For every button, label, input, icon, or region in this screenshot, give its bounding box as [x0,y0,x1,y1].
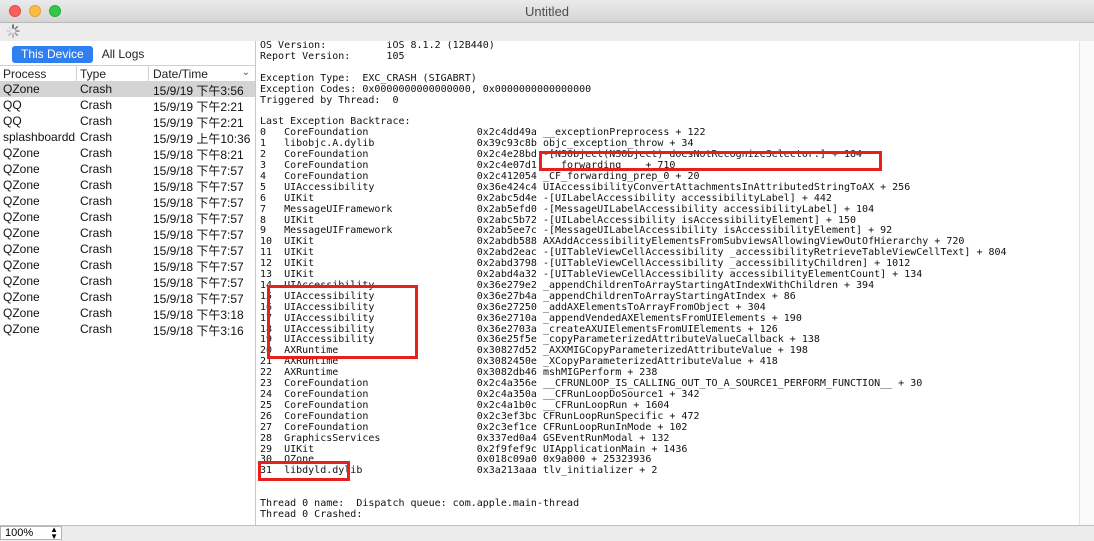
table-row[interactable]: splashboardd Crash 15/9/19 上午10:36 [0,129,255,146]
cell-type: Crash [80,322,113,336]
column-divider [148,65,149,81]
cell-process: splashboardd [3,130,76,144]
cell-process: QZone [3,322,40,336]
cell-type: Crash [80,226,113,240]
column-divider [76,65,77,81]
zoom-value: 100% [5,527,34,539]
table-row[interactable]: QZone Crash 15/9/18 下午7:57 [0,257,255,274]
table-row[interactable]: QQ Crash 15/9/19 下午2:21 [0,97,255,114]
column-header-type[interactable]: Type [80,67,106,81]
table-row[interactable]: QQ Crash 15/9/19 下午2:21 [0,113,255,130]
table-row[interactable]: QZone Crash 15/9/18 下午7:57 [0,273,255,290]
cell-type: Crash [80,242,113,256]
table-row[interactable]: QZone Crash 15/9/19 下午3:56 [0,81,255,98]
cell-process: QZone [3,162,40,176]
tab-all-logs[interactable]: All Logs [93,46,154,63]
table-row[interactable]: QZone Crash 15/9/18 下午8:21 [0,145,255,162]
cell-process: QZone [3,306,40,320]
loading-spinner-icon [6,24,20,38]
crash-log-list: QZone Crash 15/9/19 下午3:56 QQ Crash 15/9/19 下… [0,81,255,338]
window-title: Untitled [524,4,570,19]
cell-process: QZone [3,82,40,96]
highlight-box-selector-error [539,151,882,171]
cell-process: QQ [3,98,22,112]
stepper-arrows-icon: ▲ ▼ [50,525,58,541]
table-row[interactable]: QZone Crash 15/9/18 下午7:57 [0,289,255,306]
table-row[interactable]: QZone Crash 15/9/18 下午3:16 [0,321,255,338]
cell-process: QZone [3,146,40,160]
toolbar [0,23,1094,41]
table-row[interactable]: QZone Crash 15/9/18 下午3:18 [0,305,255,322]
cell-type: Crash [80,114,113,128]
sidebar: This Device All Logs Process Type Date/T… [0,41,256,525]
table-row[interactable]: QZone Crash 15/9/18 下午7:57 [0,193,255,210]
table-row[interactable]: QZone Crash 15/9/18 下午7:57 [0,225,255,242]
sort-chevron-down-icon[interactable]: ⌄ [242,67,250,78]
cell-type: Crash [80,258,113,272]
column-header-date[interactable]: Date/Time [153,67,208,81]
cell-type: Crash [80,162,113,176]
cell-type: Crash [80,194,113,208]
table-row[interactable]: QZone Crash 15/9/18 下午7:57 [0,177,255,194]
cell-process: QZone [3,274,40,288]
cell-process: QZone [3,210,40,224]
column-header-process[interactable]: Process [3,67,46,81]
cell-process: QZone [3,242,40,256]
table-row[interactable]: QZone Crash 15/9/18 下午7:57 [0,241,255,258]
cell-process: QZone [3,258,40,272]
cell-type: Crash [80,98,113,112]
cell-process: QZone [3,194,40,208]
cell-type: Crash [80,82,113,96]
table-header: Process Type Date/Time ⌄ [0,65,255,82]
crash-log-text: OS Version: iOS 8.1.2 (12B440) Report Ve… [260,41,1007,520]
cell-type: Crash [80,178,113,192]
vertical-scrollbar[interactable] [1079,41,1094,525]
cell-type: Crash [80,210,113,224]
cell-type: Crash [80,290,113,304]
cell-type: Crash [80,130,113,144]
log-viewer[interactable]: OS Version: iOS 8.1.2 (12B440) Report Ve… [256,41,1079,525]
cell-type: Crash [80,306,113,320]
device-scope-switcher: This Device All Logs [12,46,153,63]
cell-process: QZone [3,178,40,192]
cell-date: 15/9/18 下午3:16 [153,324,244,338]
status-bar: 100% ▲ ▼ [0,525,1094,541]
zoom-select[interactable]: 100% ▲ ▼ [0,525,62,541]
cell-process: QZone [3,226,40,240]
highlight-box-qzone-frame [258,461,350,481]
tab-this-device[interactable]: This Device [12,46,93,63]
table-row[interactable]: QZone Crash 15/9/18 下午7:57 [0,161,255,178]
cell-process: QQ [3,114,22,128]
cell-process: QZone [3,290,40,304]
cell-type: Crash [80,274,113,288]
cell-type: Crash [80,146,113,160]
title-bar: Untitled [0,0,1094,23]
table-row[interactable]: QZone Crash 15/9/18 下午7:57 [0,209,255,226]
highlight-box-accessibility-frames [267,285,418,359]
